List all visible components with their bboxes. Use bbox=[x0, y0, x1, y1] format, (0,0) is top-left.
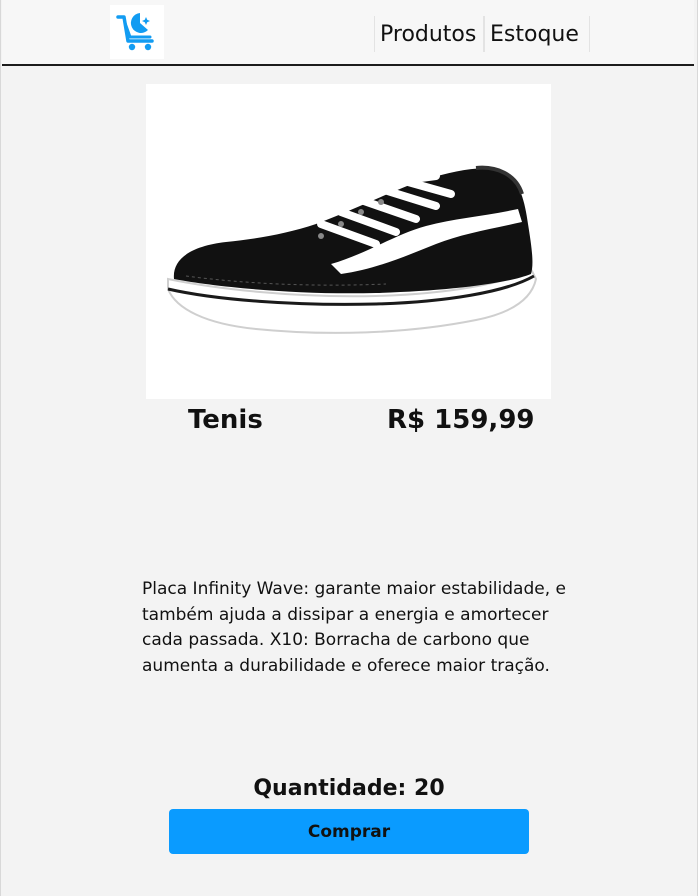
nav-estoque-link[interactable]: Estoque bbox=[484, 16, 590, 52]
nav-produtos-link[interactable]: Produtos bbox=[374, 16, 484, 52]
cart-logo-icon[interactable] bbox=[110, 5, 164, 59]
stock-quantity: Quantidade: 20 bbox=[253, 776, 445, 801]
top-navbar: Produtos Estoque bbox=[2, 0, 694, 66]
product-description: Placa Infinity Wave: garante maior estab… bbox=[142, 579, 566, 676]
product-name: Tenis bbox=[188, 405, 263, 435]
product-price: R$ 159,99 bbox=[387, 405, 535, 435]
sneaker-product-image bbox=[146, 84, 551, 399]
buy-button[interactable]: Comprar bbox=[169, 809, 529, 854]
